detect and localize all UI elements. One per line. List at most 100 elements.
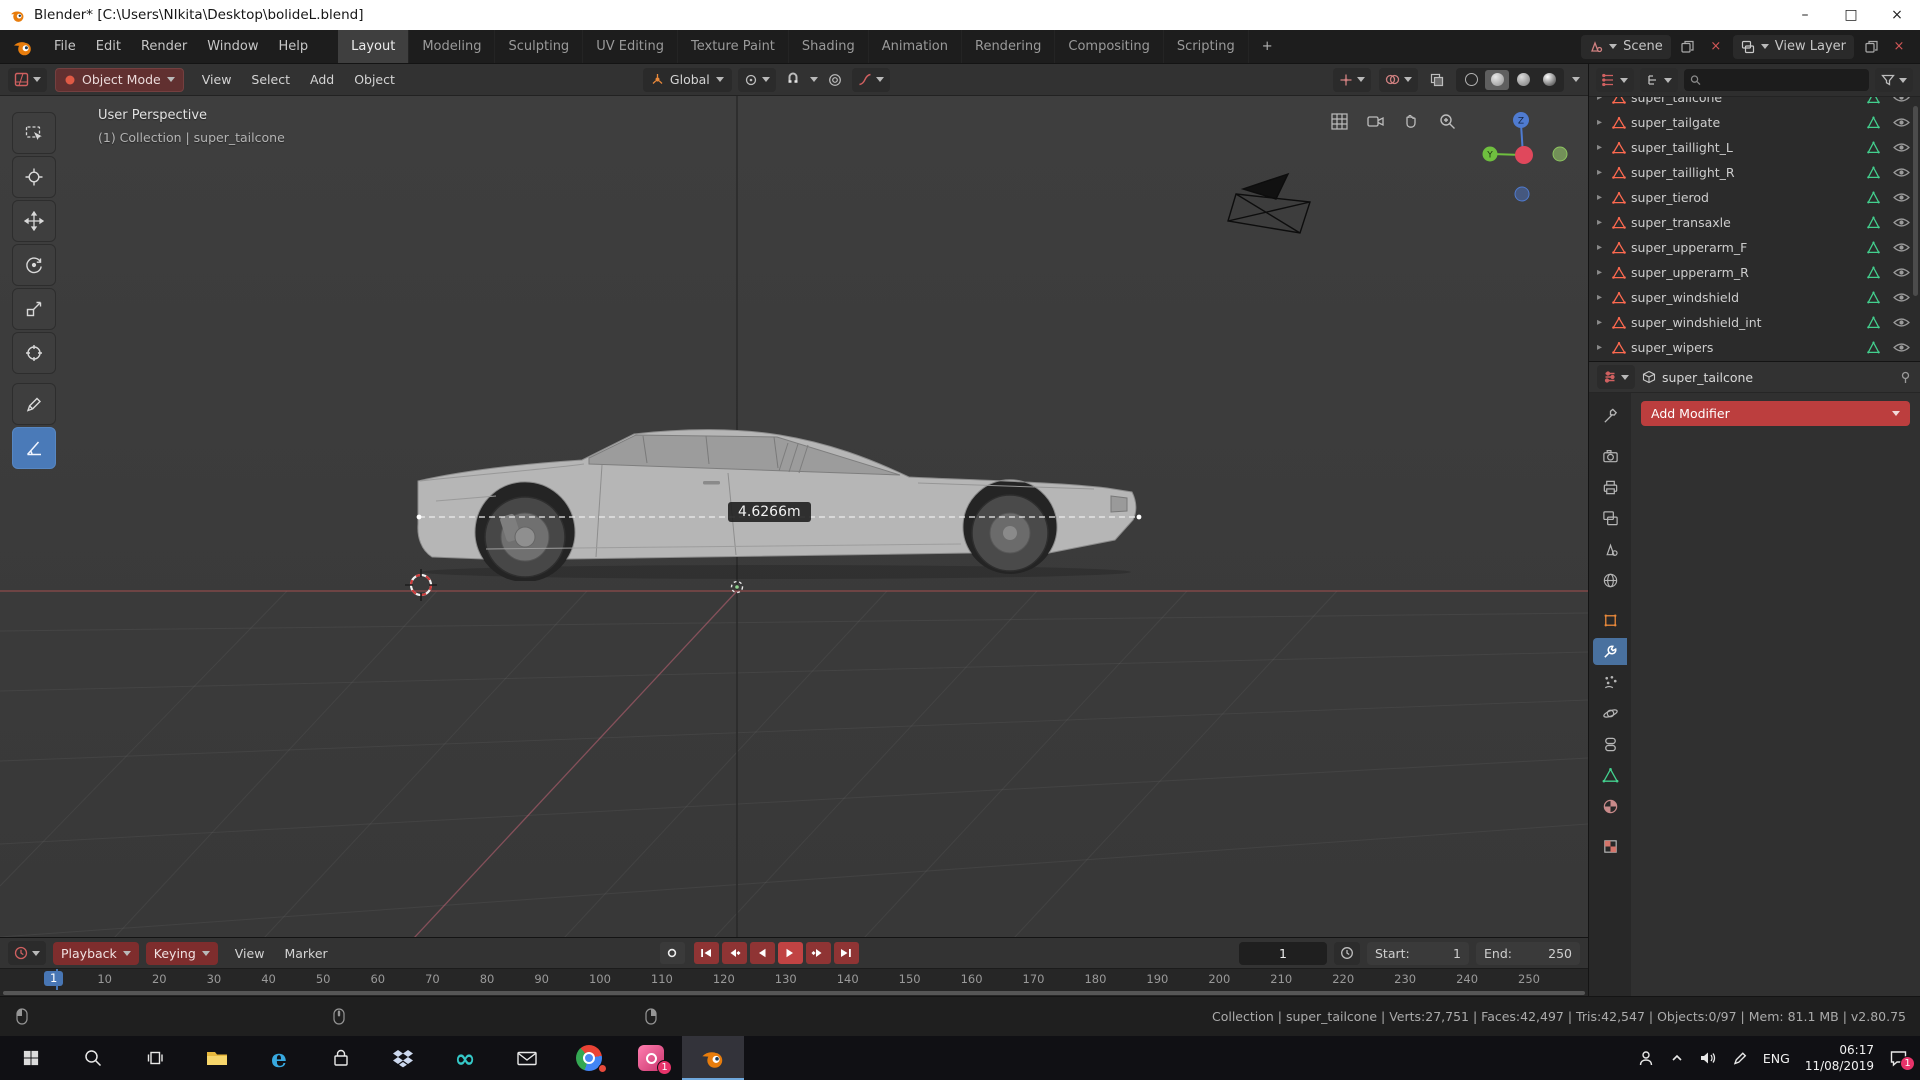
- workspace-tab[interactable]: Compositing: [1055, 30, 1164, 63]
- scene-selector[interactable]: Scene: [1581, 35, 1671, 59]
- outliner-item[interactable]: ▸ super_tailgate: [1597, 110, 1916, 135]
- disclosure-triangle-icon[interactable]: ▸: [1597, 192, 1607, 203]
- language-indicator[interactable]: ENG: [1763, 1051, 1790, 1066]
- frame-tick[interactable]: 150: [899, 972, 921, 986]
- disclosure-triangle-icon[interactable]: ▸: [1597, 317, 1607, 328]
- disclosure-triangle-icon[interactable]: ▸: [1597, 217, 1607, 228]
- workspace-tab[interactable]: Scripting: [1164, 30, 1249, 63]
- tab-material[interactable]: [1593, 793, 1627, 820]
- file-explorer-button[interactable]: [186, 1036, 248, 1080]
- jump-to-start-button[interactable]: [694, 942, 719, 964]
- workspace-tab[interactable]: UV Editing: [583, 30, 678, 63]
- visibility-eye-icon[interactable]: [1893, 97, 1910, 103]
- shading-material-button[interactable]: [1511, 70, 1535, 90]
- chevron-up-icon[interactable]: [1670, 1051, 1684, 1065]
- playback-dropdown[interactable]: Playback: [53, 942, 139, 965]
- tab-scene[interactable]: [1593, 536, 1627, 563]
- outliner-item[interactable]: ▸ super_taillight_L: [1597, 135, 1916, 160]
- disclosure-triangle-icon[interactable]: ▸: [1597, 292, 1607, 303]
- disclosure-triangle-icon[interactable]: ▸: [1597, 142, 1607, 153]
- visibility-eye-icon[interactable]: [1893, 167, 1910, 178]
- outliner-item[interactable]: ▸ super_upperarm_R: [1597, 260, 1916, 285]
- outliner-item[interactable]: ▸ super_transaxle: [1597, 210, 1916, 235]
- annotate-tool[interactable]: [12, 383, 56, 425]
- outliner-item[interactable]: ▸ super_windshield_int: [1597, 310, 1916, 335]
- dropbox-button[interactable]: [372, 1036, 434, 1080]
- play-button[interactable]: [778, 942, 803, 964]
- mode-dropdown[interactable]: Object Mode: [55, 68, 184, 92]
- frame-tick[interactable]: 20: [152, 972, 167, 986]
- blender-taskbar-button[interactable]: [682, 1036, 744, 1080]
- outliner-item[interactable]: ▸ super_taillight_R: [1597, 160, 1916, 185]
- action-center-button[interactable]: 1: [1889, 1049, 1908, 1067]
- disclosure-triangle-icon[interactable]: ▸: [1597, 167, 1607, 178]
- tab-particles[interactable]: [1593, 669, 1627, 696]
- editor-type-selector[interactable]: [8, 68, 47, 92]
- frame-tick[interactable]: 1: [44, 971, 63, 986]
- rotate-tool[interactable]: [12, 244, 56, 286]
- menu-item[interactable]: File: [44, 36, 86, 57]
- play-reverse-button[interactable]: [750, 942, 775, 964]
- frame-tick[interactable]: 100: [589, 972, 611, 986]
- snap-options-chevron-icon[interactable]: [810, 77, 818, 82]
- frame-tick[interactable]: 200: [1208, 972, 1230, 986]
- disclosure-triangle-icon[interactable]: ▸: [1597, 117, 1607, 128]
- frame-start-field[interactable]: Start: 1: [1367, 942, 1469, 965]
- menu-item[interactable]: Render: [131, 36, 197, 57]
- outliner-editor-selector[interactable]: [1596, 68, 1634, 92]
- workspace-tab[interactable]: Sculpting: [495, 30, 583, 63]
- menu-item[interactable]: View: [192, 69, 242, 90]
- frame-tick[interactable]: 210: [1270, 972, 1292, 986]
- viewport-canvas[interactable]: User Perspective (1) Collection | super_…: [0, 96, 1588, 937]
- photo-app-button[interactable]: 1: [620, 1036, 682, 1080]
- frame-tick[interactable]: 170: [1023, 972, 1045, 986]
- disclosure-triangle-icon[interactable]: ▸: [1597, 342, 1607, 353]
- current-frame-field[interactable]: 1: [1239, 942, 1327, 965]
- shading-rendered-button[interactable]: [1537, 70, 1561, 90]
- tab-world[interactable]: [1593, 567, 1627, 594]
- grid-ortho-icon[interactable]: [1330, 112, 1349, 131]
- visibility-eye-icon[interactable]: [1893, 342, 1910, 353]
- properties-editor-selector[interactable]: [1597, 365, 1635, 389]
- window-titlebar[interactable]: Blender* [C:\Users\NIkita\Desktop\bolide…: [0, 0, 1920, 30]
- menu-item[interactable]: Marker: [274, 943, 337, 964]
- visibility-eye-icon[interactable]: [1893, 117, 1910, 128]
- outliner-search[interactable]: [1684, 69, 1869, 91]
- camera-view-icon[interactable]: [1366, 112, 1385, 131]
- show-gizmo-dropdown[interactable]: [1333, 68, 1371, 92]
- frame-tick[interactable]: 220: [1332, 972, 1354, 986]
- visibility-eye-icon[interactable]: [1893, 267, 1910, 278]
- frame-tick[interactable]: 120: [713, 972, 735, 986]
- measure-tool[interactable]: [12, 427, 56, 469]
- proportional-falloff-dropdown[interactable]: [852, 68, 890, 92]
- view-layer-selector[interactable]: View Layer: [1733, 35, 1854, 59]
- workspace-tab[interactable]: Animation: [869, 30, 962, 63]
- tab-object-data[interactable]: [1593, 762, 1627, 789]
- menu-item[interactable]: Edit: [86, 36, 131, 57]
- frame-tick[interactable]: 110: [651, 972, 673, 986]
- frame-tick[interactable]: 140: [837, 972, 859, 986]
- volume-icon[interactable]: [1699, 1050, 1717, 1066]
- frame-tick[interactable]: 60: [370, 972, 385, 986]
- tab-render[interactable]: [1593, 443, 1627, 470]
- maximize-button[interactable]: □: [1828, 0, 1874, 30]
- disclosure-triangle-icon[interactable]: ▸: [1597, 97, 1607, 103]
- navigation-gizmo[interactable]: Z Y: [1480, 110, 1570, 205]
- outliner-item[interactable]: ▸ super_upperarm_F: [1597, 235, 1916, 260]
- shading-options-chevron-icon[interactable]: [1572, 77, 1580, 82]
- outliner-item[interactable]: ▸ super_tierod: [1597, 185, 1916, 210]
- frame-tick[interactable]: 190: [1146, 972, 1168, 986]
- workspace-tab[interactable]: Layout: [338, 30, 409, 63]
- outliner-item[interactable]: ▸ super_wipers: [1597, 335, 1916, 360]
- visibility-eye-icon[interactable]: [1893, 242, 1910, 253]
- taskbar-clock[interactable]: 06:17 11/08/2019: [1805, 1042, 1874, 1074]
- record-button[interactable]: [660, 942, 685, 964]
- zoom-icon[interactable]: [1438, 112, 1457, 131]
- frame-tick[interactable]: 130: [775, 972, 797, 986]
- start-button[interactable]: [0, 1036, 62, 1080]
- new-scene-button[interactable]: [1677, 36, 1699, 58]
- outliner-display-mode[interactable]: [1640, 68, 1678, 92]
- visibility-eye-icon[interactable]: [1893, 142, 1910, 153]
- timeline-scrollbar[interactable]: [3, 991, 1585, 995]
- workspace-tab[interactable]: Modeling: [409, 30, 495, 63]
